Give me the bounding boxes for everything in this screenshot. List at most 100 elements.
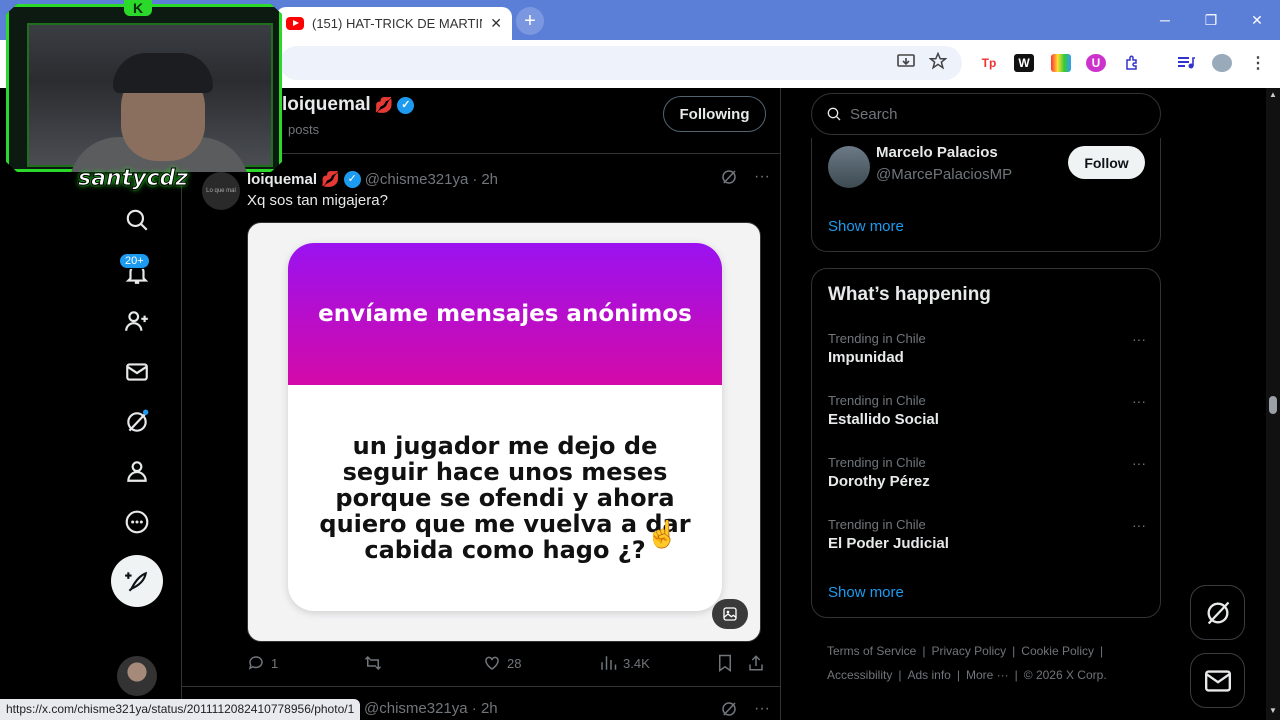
streamer-name: santycdz xyxy=(77,166,189,192)
scroll-up-icon[interactable]: ▲ xyxy=(1269,90,1277,99)
who-to-follow-panel: Marcelo Palacios @MarcePalaciosMP Follow… xyxy=(811,138,1161,252)
ads-info-link[interactable]: Ads info xyxy=(907,668,950,682)
like-button[interactable]: 28 xyxy=(483,654,521,672)
posts-count: posts xyxy=(288,122,320,137)
extension-ublock-icon[interactable]: U xyxy=(1086,54,1106,72)
reply-button[interactable]: 1 xyxy=(247,654,278,672)
tweet-more-icon[interactable]: ··· xyxy=(754,700,770,720)
status-bar-url: https://x.com/chisme321ya/status/2011112… xyxy=(0,699,361,720)
footer-separator: | xyxy=(922,644,926,658)
trend-context: Trending in Chile xyxy=(828,393,926,408)
profile-avatar-icon[interactable] xyxy=(1212,54,1232,72)
extension-color-icon[interactable] xyxy=(1051,54,1071,72)
next-tweet-handle[interactable]: @chisme321ya xyxy=(364,700,468,717)
grok-explain-icon[interactable] xyxy=(720,700,738,720)
scroll-down-icon[interactable]: ▼ xyxy=(1269,706,1277,715)
follow-people-icon[interactable] xyxy=(122,306,152,336)
footer-links: Terms of Service | Privacy Policy | Cookie P… xyxy=(827,639,1147,687)
lips-emoji: 💋 xyxy=(321,171,340,188)
tab-title: (151) HAT-TRICK DE MARTINEL xyxy=(312,16,482,31)
suggested-user-avatar[interactable] xyxy=(828,146,870,188)
explore-icon[interactable] xyxy=(122,205,152,235)
tweet-time[interactable]: 2h xyxy=(481,171,498,188)
tweet-more-icon[interactable]: ··· xyxy=(754,168,770,191)
page-scrollbar[interactable]: ▲ ▼ xyxy=(1266,88,1280,720)
follow-button[interactable]: Follow xyxy=(1068,146,1145,179)
suggested-user-handle: @MarcePalaciosMP xyxy=(876,166,1013,183)
whats-happening-panel: What’s happening Trending in Chile Impun… xyxy=(811,268,1161,618)
accessibility-link[interactable]: Accessibility xyxy=(827,668,892,682)
bookmark-button[interactable] xyxy=(717,654,733,672)
extension-tp-icon[interactable]: Tp xyxy=(979,54,999,72)
trend-more-icon[interactable]: ··· xyxy=(1132,517,1146,533)
show-more-link[interactable]: Show more xyxy=(828,218,904,235)
restore-button[interactable]: ❐ xyxy=(1188,0,1234,40)
terms-link[interactable]: Terms of Service xyxy=(827,644,916,658)
extensions-puzzle-icon[interactable] xyxy=(1123,54,1143,72)
views-chart-icon xyxy=(601,656,617,670)
views-button[interactable]: 3.4K xyxy=(599,654,650,672)
webcam-video xyxy=(27,23,273,172)
suggested-user-name[interactable]: Marcelo Palacios xyxy=(876,144,998,161)
trend-context: Trending in Chile xyxy=(828,331,926,346)
trend-more-icon[interactable]: ··· xyxy=(1132,455,1146,471)
repost-button[interactable] xyxy=(363,654,383,672)
trend-item[interactable]: Trending in Chile Estallido Social ··· xyxy=(828,393,1146,437)
card-header: envíame mensajes anónimos xyxy=(288,243,722,385)
reply-icon xyxy=(248,656,263,670)
next-tweet-dot: · xyxy=(471,700,477,717)
share-icon xyxy=(749,655,763,671)
grok-explain-icon[interactable] xyxy=(720,168,738,191)
cookie-link[interactable]: Cookie Policy xyxy=(1021,644,1094,658)
install-app-icon[interactable] xyxy=(897,54,915,75)
lips-emoji: 💋 xyxy=(374,97,394,114)
search-input[interactable]: Search xyxy=(811,93,1161,135)
trend-context: Trending in Chile xyxy=(828,517,926,532)
scroll-thumb[interactable] xyxy=(1269,396,1277,414)
trend-context: Trending in Chile xyxy=(828,455,926,470)
tweet-handle[interactable]: @chisme321ya xyxy=(365,171,469,188)
browser-tab[interactable]: (151) HAT-TRICK DE MARTINEL ✕ xyxy=(276,7,512,40)
trend-name: Impunidad xyxy=(828,349,904,366)
share-button[interactable] xyxy=(747,654,765,672)
account-avatar[interactable] xyxy=(117,656,157,696)
close-window-button[interactable]: ✕ xyxy=(1234,0,1280,40)
show-more-link[interactable]: Show more xyxy=(828,584,904,601)
trend-more-icon[interactable]: ··· xyxy=(1132,331,1146,347)
media-control-icon[interactable] xyxy=(1176,54,1196,72)
grok-fab-button[interactable] xyxy=(1190,585,1245,640)
trend-item[interactable]: Trending in Chile Dorothy Pérez ··· xyxy=(828,455,1146,499)
trend-item[interactable]: Trending in Chile Impunidad ··· xyxy=(828,331,1146,375)
footer-separator: | xyxy=(1012,644,1016,658)
trend-more-icon[interactable]: ··· xyxy=(1132,393,1146,409)
extension-w-icon[interactable]: W xyxy=(1014,54,1034,72)
webcam-frame xyxy=(6,4,282,172)
next-tweet-time[interactable]: 2h xyxy=(481,700,498,717)
trend-name: El Poder Judicial xyxy=(828,535,949,552)
bookmark-star-icon[interactable] xyxy=(928,51,948,75)
profile-icon[interactable] xyxy=(122,456,152,486)
minimize-button[interactable]: ─ xyxy=(1142,0,1188,40)
new-tab-button[interactable]: + xyxy=(516,7,544,35)
anonymous-message-card: envíame mensajes anónimos un jugador me … xyxy=(288,243,722,611)
compose-post-button[interactable] xyxy=(111,555,163,607)
like-count: 28 xyxy=(507,655,522,671)
privacy-link[interactable]: Privacy Policy xyxy=(931,644,1006,658)
messages-icon[interactable] xyxy=(122,357,152,387)
trend-item[interactable]: Trending in Chile El Poder Judicial ··· xyxy=(828,517,1146,561)
whats-happening-title: What’s happening xyxy=(828,284,991,305)
browser-menu-icon[interactable]: ⋮ xyxy=(1248,54,1268,72)
messages-fab-button[interactable] xyxy=(1190,653,1245,708)
grok-icon[interactable] xyxy=(122,407,152,437)
tweet-media-image[interactable]: envíame mensajes anónimos un jugador me … xyxy=(247,222,761,642)
card-body: un jugador me dejo de seguir hace unos m… xyxy=(288,385,722,611)
image-edit-icon[interactable] xyxy=(712,599,748,629)
more-link[interactable]: More ··· xyxy=(966,668,1009,682)
following-button[interactable]: Following xyxy=(663,96,766,132)
trend-name: Estallido Social xyxy=(828,411,939,428)
more-options-icon[interactable] xyxy=(122,507,152,537)
grok-icon xyxy=(1207,601,1229,624)
search-placeholder: Search xyxy=(850,105,898,123)
address-bar[interactable] xyxy=(280,46,962,80)
tab-close-icon[interactable]: ✕ xyxy=(490,15,502,32)
